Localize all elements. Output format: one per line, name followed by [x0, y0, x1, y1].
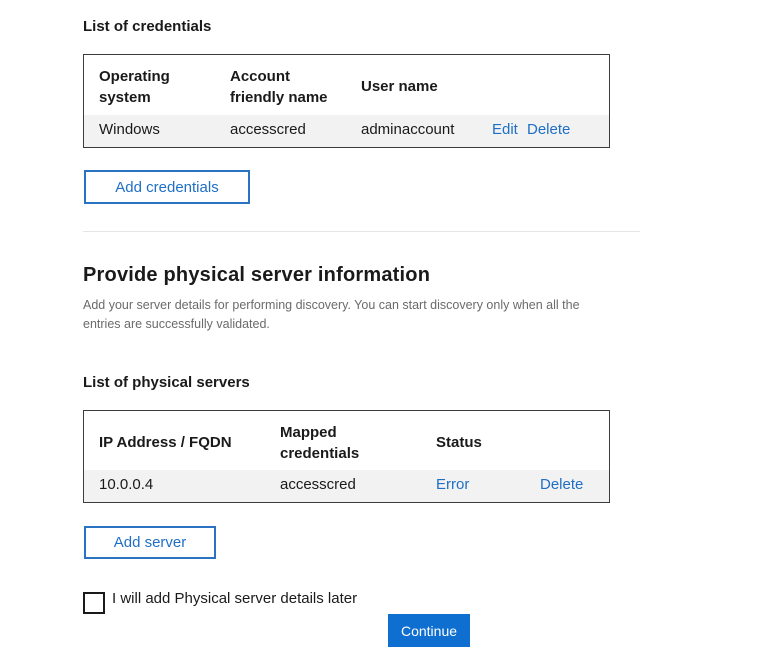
delete-credential-link[interactable]: Delete: [527, 120, 570, 140]
column-header-mapped: Mapped credentials: [280, 422, 359, 464]
credentials-heading: List of credentials: [83, 18, 212, 35]
column-header-friendly-name: Account friendly name: [230, 66, 328, 108]
column-header-os-line1: Operating: [99, 68, 170, 85]
cell-friendly-name: accesscred: [230, 121, 306, 138]
column-header-friendly-line1: Account: [230, 68, 290, 85]
column-header-friendly-line2: friendly name: [230, 89, 328, 106]
column-header-mapped-line1: Mapped: [280, 424, 337, 441]
delete-server-link[interactable]: Delete: [540, 475, 583, 495]
add-credentials-button[interactable]: Add credentials: [84, 170, 250, 204]
section-divider: [83, 231, 640, 232]
column-header-username: User name: [361, 78, 438, 95]
add-later-checkbox-label[interactable]: I will add Physical server details later: [112, 590, 357, 607]
column-header-mapped-line2: credentials: [280, 445, 360, 462]
cell-username: adminaccount: [361, 121, 455, 138]
table-row: Windows accesscred adminaccount Edit Del…: [84, 115, 609, 147]
cell-mapped-credentials: accesscred: [280, 476, 356, 493]
section-description: Add your server details for performing d…: [83, 296, 603, 334]
edit-credential-link[interactable]: Edit: [492, 120, 518, 140]
description-line1: Add your server details for performing d…: [83, 298, 580, 312]
continue-button[interactable]: Continue: [388, 614, 470, 647]
physical-servers-table: IP Address / FQDN Mapped credentials Sta…: [83, 410, 610, 503]
description-line2: entries are successfully validated.: [83, 317, 270, 331]
add-server-button[interactable]: Add server: [84, 526, 216, 559]
status-error-link[interactable]: Error: [436, 475, 469, 495]
cell-ip: 10.0.0.4: [99, 476, 154, 493]
physical-servers-heading: List of physical servers: [83, 374, 250, 391]
column-header-ip: IP Address / FQDN: [99, 434, 232, 451]
add-later-checkbox[interactable]: [83, 592, 105, 614]
table-row: 10.0.0.4 accesscred Error Delete: [84, 470, 609, 502]
page-title: Provide physical server information: [83, 264, 431, 286]
column-header-os: Operating system: [99, 66, 170, 108]
column-header-status: Status: [436, 434, 482, 451]
cell-os: Windows: [99, 121, 160, 138]
credentials-table: Operating system Account friendly name U…: [83, 54, 610, 148]
column-header-os-line2: system: [99, 89, 151, 106]
